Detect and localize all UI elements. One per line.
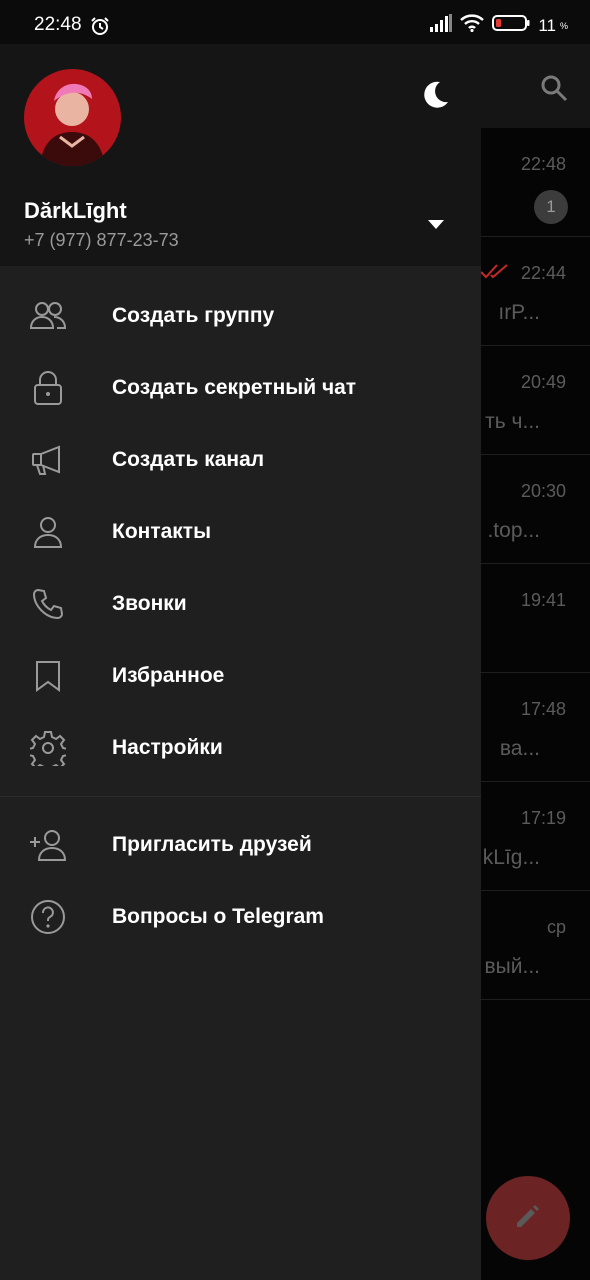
chat-preview: ть ч... (485, 410, 540, 433)
menu-divider (0, 796, 481, 797)
menu-label: Создать секретный чат (112, 376, 357, 399)
chat-time: 20:49 (520, 372, 566, 392)
drawer-menu: Создать группу Создать секретный чат Соз… (0, 280, 481, 953)
menu-calls[interactable]: Звонки (0, 568, 481, 640)
battery-level: 11 (538, 15, 556, 35)
chat-time: 17:19 (520, 808, 566, 828)
group-icon (28, 298, 68, 334)
bookmark-icon (28, 658, 68, 694)
read-ticks-icon (480, 263, 510, 284)
menu-secret-chat[interactable]: Создать секретный чат (0, 352, 481, 424)
menu-new-group[interactable]: Создать группу (0, 280, 481, 352)
add-user-icon (28, 827, 68, 863)
menu-label: Контакты (112, 520, 212, 543)
menu-label: Вопросы о Telegram (112, 905, 324, 928)
menu-label: Настройки (112, 736, 223, 759)
account-switch-icon[interactable] (424, 216, 448, 235)
phone-number: +7 (977) 877-23-73 (24, 230, 179, 250)
chat-time: 19:41 (520, 590, 566, 610)
chat-preview: вый... (484, 955, 540, 978)
wifi-icon (460, 14, 485, 37)
pencil-icon (513, 1201, 543, 1236)
chat-time: 22:48 (520, 154, 566, 174)
chat-time: 17:48 (520, 699, 566, 719)
menu-label: Пригласить друзей (112, 833, 312, 856)
help-icon (28, 899, 68, 935)
chat-preview: kLīg... (482, 846, 540, 869)
chat-preview: .top... (487, 519, 540, 542)
menu-saved[interactable]: Избранное (0, 640, 481, 712)
menu-label: Создать группу (112, 304, 275, 327)
navigation-drawer: DărkLīght +7 (977) 877-23-73 Создать гру… (0, 44, 481, 1280)
alarm-icon (90, 16, 110, 41)
compose-button[interactable] (486, 1176, 570, 1260)
menu-invite-friends[interactable]: Пригласить друзей (0, 809, 481, 881)
megaphone-icon (28, 442, 68, 478)
menu-settings[interactable]: Настройки (0, 712, 481, 784)
unread-badge: 1 (534, 190, 568, 224)
menu-new-channel[interactable]: Создать канал (0, 424, 481, 496)
battery-unit: % (559, 20, 568, 31)
battery-icon (492, 14, 530, 37)
menu-contacts[interactable]: Контакты (0, 496, 481, 568)
lock-icon (28, 370, 68, 406)
search-icon[interactable] (540, 74, 568, 107)
signal-icon (430, 14, 453, 37)
status-bar: 22:48 11 % (0, 0, 590, 44)
chat-time: ср (546, 917, 566, 937)
chat-time: 20:30 (520, 481, 566, 501)
night-mode-icon[interactable] (418, 78, 452, 117)
menu-telegram-faq[interactable]: Вопросы о Telegram (0, 881, 481, 953)
menu-label: Создать канал (112, 448, 265, 471)
status-time: 22:48 (34, 14, 82, 35)
gear-icon (28, 730, 68, 766)
avatar[interactable] (24, 69, 121, 166)
chat-time: 22:44 (520, 263, 566, 283)
menu-label: Избранное (112, 664, 225, 687)
phone-icon (28, 586, 68, 622)
contact-icon (28, 514, 68, 550)
username: DărkLīght (24, 198, 127, 223)
chat-preview: ва... (499, 737, 540, 760)
drawer-header: DărkLīght +7 (977) 877-23-73 (0, 44, 481, 266)
menu-label: Звонки (112, 592, 187, 615)
chat-preview: ırP... (498, 301, 540, 324)
